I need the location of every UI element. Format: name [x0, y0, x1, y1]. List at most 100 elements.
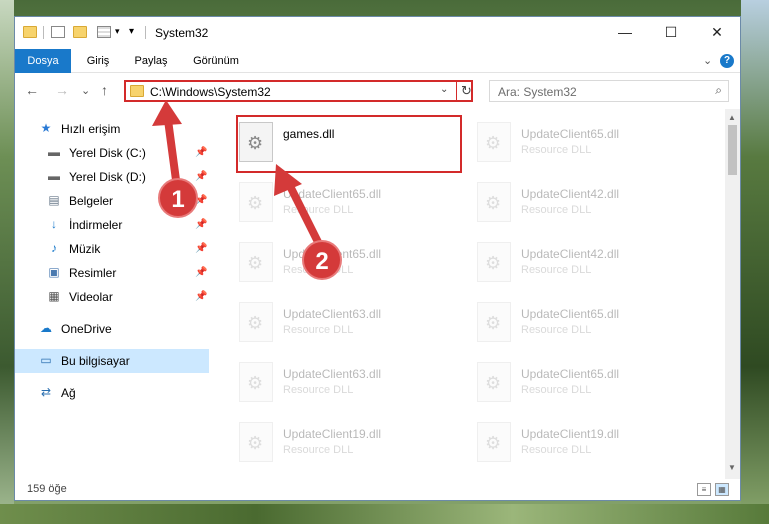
file-type: Resource DLL [283, 444, 354, 456]
dll-file-icon [477, 182, 511, 222]
file-type: Resource DLL [521, 264, 592, 276]
title-bar: ▾ ▾ System32 — ☐ ✕ [15, 17, 740, 49]
file-name: UpdateClient42.dll [521, 247, 620, 261]
window-title: System32 [155, 26, 209, 40]
sidebar-item-onedrive[interactable]: ☁ OneDrive [15, 317, 209, 341]
file-item[interactable]: UpdateClient19.dll Resource DLL [473, 417, 703, 469]
scroll-thumb[interactable] [728, 125, 737, 175]
customize-toolbar-icon[interactable] [97, 26, 111, 38]
address-text[interactable]: C:\Windows\System32 [150, 85, 271, 99]
search-icon[interactable]: ⌕ [715, 83, 722, 98]
search-input[interactable]: Ara: System32 ⌕ [489, 80, 729, 102]
dll-file-icon [477, 242, 511, 282]
file-item[interactable]: UpdateClient65.dll Resource DLL [473, 357, 703, 409]
sidebar-item-label: Bu bilgisayar [61, 354, 130, 368]
item-count: 159 öğe [27, 483, 67, 495]
dll-file-icon [239, 242, 273, 282]
chevron-down-icon[interactable]: ▾ [115, 26, 129, 38]
file-item[interactable]: UpdateClient63.dll Resource DLL [235, 297, 465, 349]
vertical-scrollbar[interactable]: ▲ ▼ [725, 109, 740, 479]
games-dll-highlight-box [236, 115, 462, 173]
minimize-button[interactable]: — [602, 17, 648, 47]
folder-icon [130, 85, 144, 97]
pin-icon[interactable]: 📌 [195, 141, 207, 165]
ribbon: Dosya Giriş Paylaş Görünüm ⌄ ? [15, 49, 740, 73]
forward-button[interactable]: → [55, 82, 69, 98]
pin-icon[interactable]: 📌 [195, 285, 207, 309]
file-type: Resource DLL [283, 324, 354, 336]
sidebar-item-music[interactable]: ♪ Müzik 📌 [15, 237, 209, 261]
navigation-bar: ← → ⌄ ↑ C:\Windows\System32 ⌄ ↻ Ara: Sys… [15, 73, 740, 109]
details-view-icon[interactable]: ≡ [697, 483, 711, 496]
file-name: UpdateClient42.dll [521, 187, 620, 201]
file-name: UpdateClient65.dll [521, 307, 620, 321]
sidebar-item-pictures[interactable]: ▣ Resimler 📌 [15, 261, 209, 285]
back-button[interactable]: ← [25, 82, 39, 98]
ribbon-expand-icon[interactable]: ⌄ [703, 49, 712, 73]
help-icon[interactable]: ? [720, 54, 734, 68]
file-item[interactable]: UpdateClient19.dll Resource DLL [235, 417, 465, 469]
dll-file-icon [239, 182, 273, 222]
file-item[interactable]: UpdateClient42.dll Resource DLL [473, 177, 703, 229]
pictures-icon: ▣ [48, 265, 60, 279]
file-item[interactable]: UpdateClient65.dll Resource DLL [473, 117, 703, 169]
file-name: UpdateClient65.dll [283, 187, 382, 201]
status-bar: 159 öğe ≡ ▦ [15, 479, 740, 501]
maximize-button[interactable]: ☐ [648, 17, 694, 47]
tab-view[interactable]: Görünüm [183, 49, 249, 73]
pin-icon[interactable]: 📌 [195, 261, 207, 285]
pin-icon[interactable]: 📌 [195, 213, 207, 237]
file-item[interactable]: UpdateClient65.dll Resource DLL [235, 237, 465, 289]
new-folder-icon[interactable] [73, 26, 87, 38]
file-type: Resource DLL [283, 384, 354, 396]
quick-access-dropdown-icon[interactable]: ▾ [129, 26, 143, 38]
drive-icon: ▬ [48, 169, 60, 183]
sidebar-item-this-pc[interactable]: ▭ Bu bilgisayar [15, 349, 209, 373]
sidebar-item-local-disk-c[interactable]: ▬ Yerel Disk (C:) 📌 [15, 141, 209, 165]
close-button[interactable]: ✕ [694, 17, 740, 47]
file-name: UpdateClient19.dll [521, 427, 620, 441]
sidebar-item-label: Belgeler [69, 194, 114, 208]
file-name: UpdateClient63.dll [283, 367, 382, 381]
sidebar-item-label: İndirmeler [69, 218, 123, 232]
sidebar-item-label: Yerel Disk (C:) [69, 146, 146, 160]
up-button[interactable]: ↑ [101, 82, 108, 98]
divider [145, 26, 146, 39]
wallpaper-bottom [0, 504, 769, 524]
tab-home[interactable]: Giriş [75, 49, 121, 73]
scroll-up-icon[interactable]: ▲ [728, 113, 736, 122]
file-type: Resource DLL [521, 384, 592, 396]
wallpaper-right [741, 0, 769, 524]
sidebar-item-videos[interactable]: ▦ Videolar 📌 [15, 285, 209, 309]
sidebar-item-network[interactable]: ⇄ Ağ [15, 381, 209, 405]
tab-file[interactable]: Dosya [15, 49, 71, 73]
sidebar-item-label: OneDrive [61, 322, 112, 336]
file-item[interactable]: UpdateClient65.dll Resource DLL [473, 297, 703, 349]
sidebar-item-label: Resimler [69, 266, 117, 280]
dll-file-icon [239, 302, 273, 342]
download-icon: ↓ [51, 217, 57, 231]
address-dropdown-icon[interactable]: ⌄ [440, 84, 448, 95]
pin-icon[interactable]: 📌 [195, 165, 207, 189]
navigation-pane: ★ Hızlı erişim ▬ Yerel Disk (C:) 📌 ▬ Yer… [15, 109, 209, 469]
recent-locations-button[interactable]: ⌄ [81, 84, 90, 97]
file-name: UpdateClient63.dll [283, 307, 382, 321]
address-bar[interactable]: C:\Windows\System32 ⌄ ↻ [124, 80, 473, 102]
sidebar-item-quick-access[interactable]: ★ Hızlı erişim [15, 117, 209, 141]
file-name: UpdateClient65.dll [521, 127, 620, 141]
refresh-button[interactable]: ↻ [461, 83, 472, 99]
tab-share[interactable]: Paylaş [123, 49, 179, 73]
large-icons-view-icon[interactable]: ▦ [715, 483, 729, 496]
file-item[interactable]: UpdateClient63.dll Resource DLL [235, 357, 465, 409]
file-item[interactable]: UpdateClient65.dll Resource DLL [235, 177, 465, 229]
sidebar-item-label: Ağ [61, 386, 76, 400]
videos-icon: ▦ [48, 289, 60, 303]
drive-icon: ▬ [48, 145, 60, 159]
properties-icon[interactable] [51, 26, 65, 38]
pin-icon[interactable]: 📌 [195, 237, 207, 261]
explorer-window: ▾ ▾ System32 — ☐ ✕ Dosya Giriş Paylaş Gö… [14, 16, 741, 501]
file-item[interactable]: UpdateClient42.dll Resource DLL [473, 237, 703, 289]
dll-file-icon [239, 362, 273, 402]
scroll-down-icon[interactable]: ▼ [728, 463, 736, 472]
sidebar-item-label: Videolar [69, 290, 113, 304]
